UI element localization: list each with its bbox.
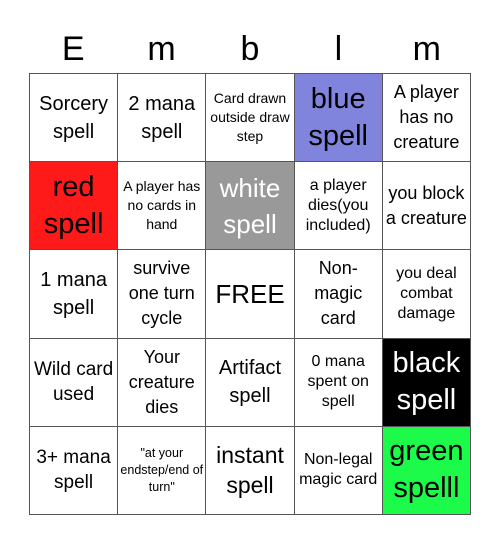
cell-text: blue spell xyxy=(308,82,369,152)
bingo-cell[interactable]: 0 mana spent on spell xyxy=(294,338,383,427)
bingo-cell[interactable]: a player dies(you included) xyxy=(294,162,383,251)
bingo-cell[interactable]: instant spell xyxy=(206,426,295,515)
bingo-cell[interactable]: 3+ mana spell xyxy=(30,426,119,515)
bingo-cell[interactable]: Non-magic card xyxy=(294,250,383,339)
header-letter: m xyxy=(147,30,176,68)
header-letter: m xyxy=(412,30,441,68)
cell-text: black spell xyxy=(392,347,461,417)
cell-text: a player dies(you included) xyxy=(305,176,371,234)
cell-text: 0 mana spent on spell xyxy=(307,353,369,411)
bingo-cell[interactable]: Your creature dies xyxy=(118,338,207,427)
bingo-cell[interactable]: A player has no creature xyxy=(382,74,471,163)
header-letter: E xyxy=(61,30,85,68)
cell-text: FREE xyxy=(215,278,285,309)
bingo-cell[interactable]: Sorcery spell xyxy=(30,74,119,163)
header-letter: b xyxy=(240,30,260,68)
cell-text: Sorcery spell xyxy=(39,92,109,143)
bingo-cell[interactable]: green spelll xyxy=(382,426,471,515)
bingo-cell[interactable]: you deal combat damage xyxy=(382,250,471,339)
bingo-cell[interactable]: red spell xyxy=(30,162,119,251)
cell-text: 1 mana spell xyxy=(40,268,107,319)
cell-text: Card drawn outside draw step xyxy=(210,90,290,145)
cell-text: red spell xyxy=(43,170,104,240)
bingo-cell[interactable]: 2 mana spell xyxy=(118,74,207,163)
cell-text: white spell xyxy=(219,172,281,239)
bingo-cell[interactable]: black spell xyxy=(382,338,471,427)
bingo-cell[interactable]: "at your endstep/end of turn" xyxy=(118,426,207,515)
cell-text: instant spell xyxy=(216,442,284,499)
cell-text: you block a creature xyxy=(385,182,467,228)
cell-text: Wild card used xyxy=(34,359,114,406)
cell-text: A player has no creature xyxy=(393,82,460,153)
bingo-header: E m b l m xyxy=(29,26,471,73)
cell-text: green spelll xyxy=(389,435,464,505)
cell-text: Non-magic card xyxy=(314,258,363,329)
bingo-cell[interactable]: Card drawn outside draw step xyxy=(206,74,295,163)
cell-text: "at your endstep/end of turn" xyxy=(120,445,204,494)
bingo-cell[interactable]: 1 mana spell xyxy=(30,250,119,339)
header-letter: l xyxy=(334,30,343,68)
cell-text: Your creature dies xyxy=(128,346,195,417)
bingo-cell[interactable]: white spell xyxy=(206,162,295,251)
cell-text: survive one turn cycle xyxy=(128,258,195,329)
cell-text: Non-legal magic card xyxy=(299,451,378,489)
cell-text: Artifact spell xyxy=(218,357,282,408)
cell-text: you deal combat damage xyxy=(396,264,457,322)
bingo-cell[interactable]: A player has no cards in hand xyxy=(118,162,207,251)
bingo-grid: Sorcery spell 2 mana spell Card drawn ou… xyxy=(29,73,471,515)
bingo-cell[interactable]: survive one turn cycle xyxy=(118,250,207,339)
bingo-cell[interactable]: Non-legal magic card xyxy=(294,426,383,515)
cell-text: 2 mana spell xyxy=(128,92,196,143)
cell-text: 3+ mana spell xyxy=(36,447,111,494)
bingo-cell[interactable]: Artifact spell xyxy=(206,338,295,427)
bingo-cell[interactable]: blue spell xyxy=(294,74,383,163)
free-space[interactable]: FREE xyxy=(206,250,295,339)
cell-text: A player has no cards in hand xyxy=(123,178,201,233)
bingo-cell[interactable]: Wild card used xyxy=(30,338,119,427)
bingo-cell[interactable]: you block a creature xyxy=(382,162,471,251)
